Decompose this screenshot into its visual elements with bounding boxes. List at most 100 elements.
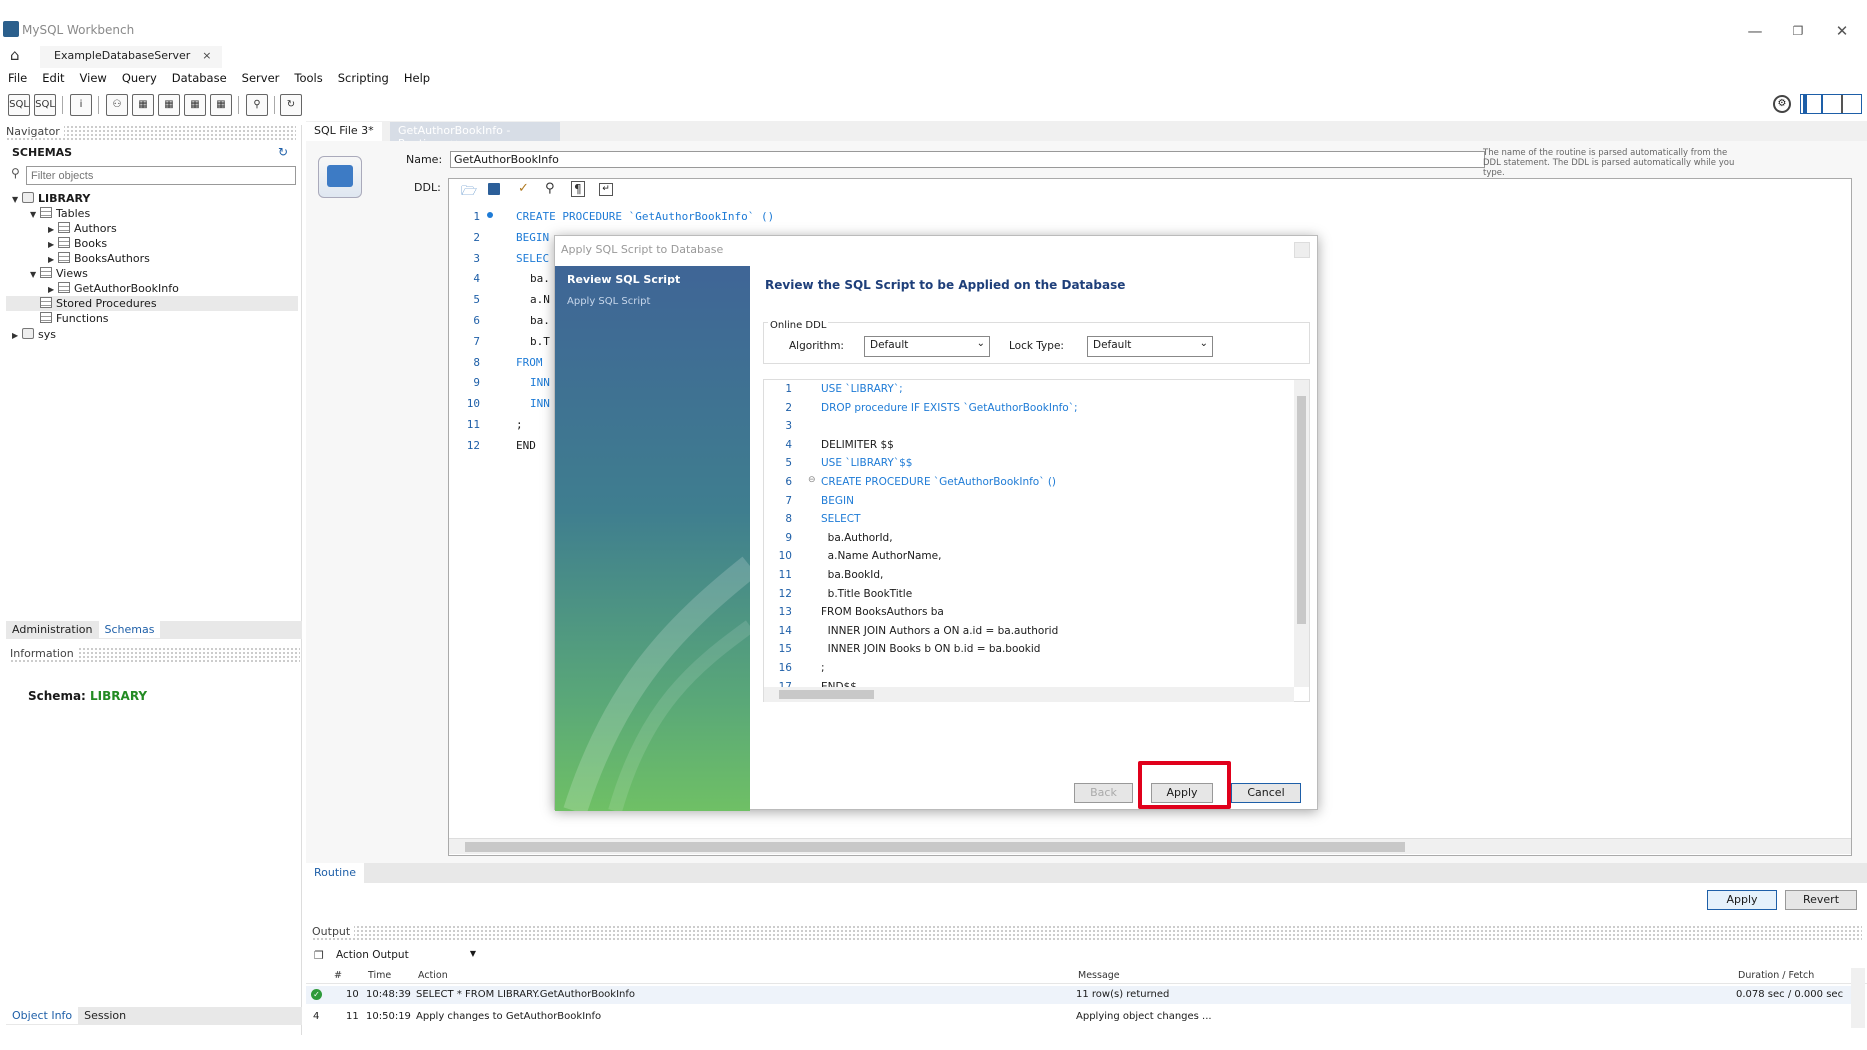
- restore-icon[interactable]: ❐: [1778, 24, 1818, 38]
- script-horizontal-scrollbar[interactable]: [764, 687, 1294, 702]
- wrap-lines-icon[interactable]: ↵: [599, 183, 613, 196]
- ddl-line-numbers: 1 2 3 4 5 6 7 8 9 10 11 12: [466, 210, 480, 452]
- minimize-icon[interactable]: —: [1735, 22, 1775, 40]
- name-hint: The name of the routine is parsed automa…: [1483, 148, 1735, 178]
- ddl-horizontal-scrollbar[interactable]: [449, 838, 1851, 854]
- tree-item-functions[interactable]: Functions: [12, 311, 302, 326]
- revert-button[interactable]: Revert: [1785, 890, 1857, 910]
- table-icon: [58, 237, 70, 248]
- workbench-logo-icon: [3, 21, 19, 37]
- routine-name-field[interactable]: GetAuthorBookInfo: [450, 151, 1485, 168]
- tab-session[interactable]: Session: [78, 1007, 133, 1024]
- online-ddl-label: Online DDL: [768, 320, 829, 331]
- tree-item-table[interactable]: ▶ BooksAuthors: [12, 251, 302, 266]
- create-procedure-icon[interactable]: ▦: [184, 94, 206, 116]
- tab-object-info[interactable]: Object Info: [6, 1007, 79, 1024]
- menu-query[interactable]: Query: [114, 68, 164, 85]
- close-window-icon[interactable]: ✕: [1822, 22, 1862, 40]
- lock-type-value: Default: [1093, 339, 1132, 351]
- tree-item-views[interactable]: ▼ Views: [12, 266, 302, 281]
- tab-routine-editor[interactable]: Routine: [306, 863, 364, 883]
- create-function-icon[interactable]: ▦: [210, 94, 232, 116]
- output-row[interactable]: 4 11 10:50:19 Apply changes to GetAuthor…: [306, 1008, 1851, 1026]
- panel-toggle-icon[interactable]: [1800, 94, 1862, 114]
- reconnect-icon[interactable]: ↻: [280, 94, 302, 116]
- menu-server[interactable]: Server: [234, 68, 287, 85]
- find-icon[interactable]: ⚲: [545, 181, 555, 196]
- lock-type-label: Lock Type:: [1009, 340, 1064, 352]
- refresh-schemas-icon[interactable]: ↻: [278, 145, 288, 159]
- menu-edit[interactable]: Edit: [34, 68, 71, 85]
- navigator-tabs: Administration Schemas: [6, 621, 302, 639]
- output-row[interactable]: ✓ 10 10:48:39 SELECT * FROM LIBRARY.GetA…: [306, 986, 1851, 1004]
- close-tab-icon[interactable]: ×: [202, 49, 211, 62]
- back-button[interactable]: Back: [1074, 783, 1133, 803]
- column-duration: Duration / Fetch: [1738, 970, 1815, 981]
- algorithm-value: Default: [870, 339, 909, 351]
- search-icon: ⚲: [11, 166, 20, 180]
- filter-objects-input[interactable]: [26, 166, 296, 185]
- tree-item-table[interactable]: ▶ Books: [12, 236, 302, 251]
- fold-marker-icon: ⊖: [808, 475, 816, 485]
- invisible-chars-icon[interactable]: ¶: [571, 181, 585, 197]
- new-sql-tab-icon[interactable]: SQL: [8, 94, 30, 116]
- create-schema-icon[interactable]: ⚇: [106, 94, 128, 116]
- tree-item-sys[interactable]: ▶ sys: [12, 326, 302, 341]
- information-header: Information: [10, 647, 300, 663]
- output-copy-icon[interactable]: ❐: [314, 949, 324, 962]
- expand-arrow-icon: ▶: [48, 285, 55, 294]
- open-sql-script-icon[interactable]: SQL: [34, 94, 56, 116]
- tree-item-view[interactable]: ▶ GetAuthorBookInfo: [12, 281, 302, 296]
- schema-info: Schema: LIBRARY: [28, 689, 147, 703]
- ddl-label: DDL:: [414, 181, 441, 194]
- settings-gear-icon[interactable]: ⚙: [1773, 95, 1791, 113]
- create-view-icon[interactable]: ▦: [158, 94, 180, 116]
- home-icon[interactable]: ⌂: [10, 46, 30, 64]
- menu-bar: File Edit View Query Database Server Tools Scri…: [0, 68, 1867, 90]
- schema-info-value: LIBRARY: [90, 689, 148, 703]
- output-scrollbar[interactable]: [1851, 968, 1865, 1028]
- tree-item-stored-procedures[interactable]: Stored Procedures: [6, 296, 298, 311]
- schema-tree: ▼ LIBRARY ▼ Tables ▶ Authors ▶ Books ▶ BooksA…: [6, 191, 302, 341]
- search-table-data-icon[interactable]: ⚲: [246, 94, 268, 116]
- schemas-label: SCHEMAS: [12, 146, 73, 159]
- scrollbar-thumb: [779, 690, 874, 699]
- decorative-swoosh-icon: [563, 556, 750, 811]
- tab-schemas[interactable]: Schemas: [98, 621, 161, 638]
- menu-scripting[interactable]: Scripting: [330, 68, 396, 85]
- menu-view[interactable]: View: [72, 68, 114, 85]
- functions-folder-icon: [40, 312, 52, 323]
- save-icon[interactable]: [488, 183, 500, 195]
- menu-file[interactable]: File: [0, 68, 34, 85]
- script-vertical-scrollbar[interactable]: [1294, 380, 1309, 687]
- menu-database[interactable]: Database: [164, 68, 234, 85]
- cancel-button[interactable]: Cancel: [1231, 783, 1301, 803]
- tab-sql-file[interactable]: SQL File 3*: [306, 122, 382, 141]
- open-file-icon[interactable]: 🗁: [461, 182, 477, 204]
- menu-tools[interactable]: Tools: [286, 68, 329, 85]
- output-header: Output: [312, 925, 1862, 941]
- tab-routine[interactable]: GetAuthorBookInfo - Routine ×: [390, 122, 560, 150]
- sql-script-editor[interactable]: 1234567891011121314151617 ⊖ USE `LIBRARY…: [763, 379, 1310, 702]
- scrollbar-thumb[interactable]: [465, 842, 1405, 852]
- tree-item-tables[interactable]: ▼ Tables: [12, 206, 302, 221]
- create-table-icon[interactable]: ▦: [132, 94, 154, 116]
- running-icon: 4: [313, 1011, 320, 1022]
- step-apply: Apply SQL Script: [567, 296, 651, 307]
- collapse-arrow-icon: ▼: [30, 270, 37, 279]
- chevron-down-icon: ⌄: [976, 338, 985, 349]
- inspector-icon[interactable]: i: [70, 94, 92, 116]
- column-num: #: [334, 970, 342, 981]
- tab-administration[interactable]: Administration: [6, 621, 99, 638]
- menu-help[interactable]: Help: [396, 68, 437, 85]
- connection-tab[interactable]: ExampleDatabaseServer ×: [40, 46, 222, 68]
- lock-type-select[interactable]: Default ⌄: [1087, 336, 1213, 357]
- column-message: Message: [1078, 970, 1120, 981]
- tree-item-table[interactable]: ▶ Authors: [12, 221, 302, 236]
- beautify-icon[interactable]: ✓: [518, 181, 529, 196]
- algorithm-select[interactable]: Default ⌄: [864, 336, 990, 357]
- dialog-close-icon[interactable]: [1294, 242, 1310, 258]
- tree-item-library[interactable]: ▼ LIBRARY: [12, 191, 302, 206]
- apply-button[interactable]: Apply: [1707, 890, 1777, 910]
- action-output-selector[interactable]: Action Output ▼: [336, 949, 480, 961]
